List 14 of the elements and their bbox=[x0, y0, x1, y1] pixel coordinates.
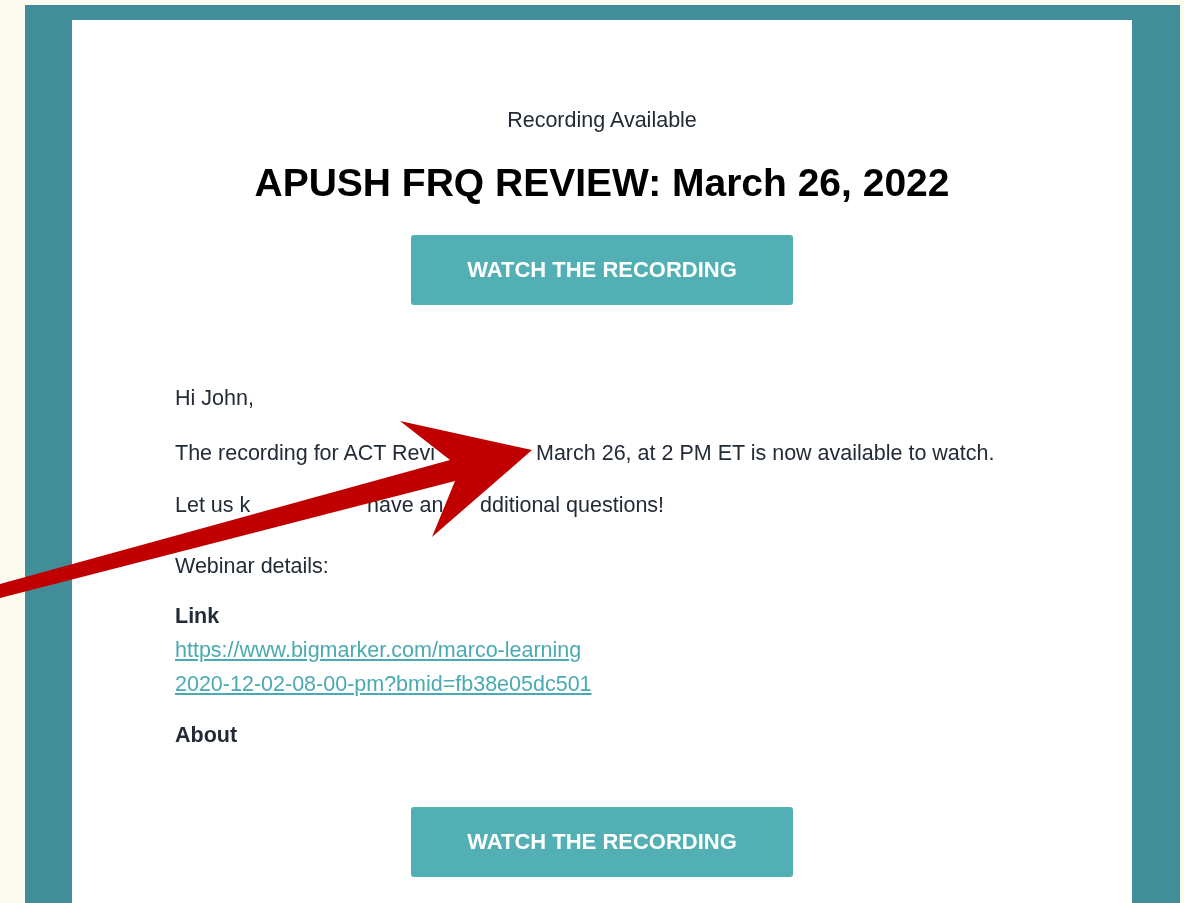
watch-recording-button[interactable]: WATCH THE RECORDING bbox=[411, 235, 793, 305]
body-text: Webinar details: bbox=[175, 554, 329, 578]
webinar-link[interactable]: https://www.bigmarker.com/marco-learning bbox=[175, 638, 582, 662]
about-label: About bbox=[175, 723, 239, 747]
body-text: dditional questions! bbox=[480, 493, 665, 517]
body-text: March 26, at 2 PM ET is now available to watch. bbox=[536, 441, 995, 465]
email-title: APUSH FRQ REVIEW: March 26, 2022 bbox=[253, 161, 951, 205]
greeting-text: Hi John, bbox=[175, 386, 255, 410]
body-text: The recording for ACT Revi bbox=[175, 441, 436, 465]
link-label: Link bbox=[175, 604, 221, 628]
webinar-link[interactable]: 2020-12-02-08-00-pm?bmid=fb38e05dc501 bbox=[175, 672, 592, 696]
eyebrow-text: Recording Available bbox=[506, 108, 698, 133]
body-text: Let us k bbox=[175, 493, 251, 517]
watch-recording-button[interactable]: WATCH THE RECORDING bbox=[411, 807, 793, 877]
